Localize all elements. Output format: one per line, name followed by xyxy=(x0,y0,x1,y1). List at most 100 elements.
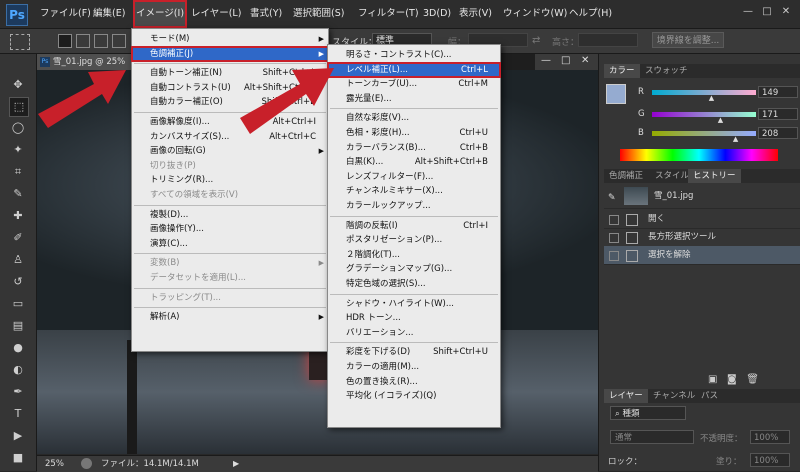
tab-adjustments[interactable]: 色調補正 xyxy=(604,169,648,183)
intersect-selection-icon[interactable] xyxy=(112,34,126,48)
menu-7[interactable]: 3D(D) xyxy=(420,0,454,28)
red-slider[interactable] xyxy=(652,90,756,95)
red-slider-thumb[interactable]: ▲ xyxy=(709,94,714,102)
healing-brush-tool-icon[interactable]: ✚ xyxy=(9,207,27,225)
adjust-menu-item-7[interactable]: カラーバランス(B)... Ctrl+B xyxy=(328,141,500,155)
history-state-1[interactable]: 長方形選択ツール xyxy=(604,228,800,247)
camera-icon[interactable]: ◙ xyxy=(727,374,737,385)
history-checkbox[interactable] xyxy=(609,251,619,261)
status-info-icon[interactable] xyxy=(81,458,92,469)
adjust-menu-item-23[interactable]: 彩度を下げる(D) Shift+Ctrl+U xyxy=(328,345,500,359)
trash-icon[interactable]: 🗑 xyxy=(746,374,759,385)
move-tool-icon[interactable]: ✥ xyxy=(9,76,27,94)
adjust-menu-item-0[interactable]: 明るさ・コントラスト(C)... xyxy=(328,48,500,62)
status-arrow-icon[interactable]: ▶ xyxy=(233,456,239,472)
history-checkbox[interactable] xyxy=(609,215,619,225)
history-state-2[interactable]: 選択を解除 xyxy=(604,246,800,265)
adjust-menu-item-14[interactable]: ポスタリゼーション(P)... xyxy=(328,233,500,247)
red-value-input[interactable]: 149 xyxy=(758,86,798,98)
adjust-menu-item-1[interactable]: レベル補正(L)... Ctrl+L xyxy=(327,61,501,78)
clone-stamp-tool-icon[interactable]: ♙ xyxy=(9,251,27,269)
adjust-menu-item-15[interactable]: ２階調化(T)... xyxy=(328,248,500,262)
image-menu-item-0[interactable]: モード(M) ▶ xyxy=(132,32,328,46)
image-menu-item-23[interactable]: 解析(A) ▶ xyxy=(132,310,328,324)
menu-1[interactable]: 編集(E) xyxy=(90,0,128,28)
image-menu-item-9[interactable]: 画像の回転(G) ▶ xyxy=(132,144,328,158)
blend-mode-select[interactable]: 通常 xyxy=(610,430,694,444)
new-document-icon[interactable]: ▣ xyxy=(708,374,717,385)
adjust-menu-item-11[interactable]: カラールックアップ... xyxy=(328,199,500,213)
window-minimize-button[interactable]: — xyxy=(741,5,755,19)
adjust-menu-item-16[interactable]: グラデーションマップ(G)... xyxy=(328,262,500,276)
adjust-menu-item-17[interactable]: 特定色域の選択(S)... xyxy=(328,277,500,291)
image-menu-item-15[interactable]: 画像操作(Y)... xyxy=(132,222,328,236)
tab-layers[interactable]: レイヤー xyxy=(604,389,648,403)
image-menu-item-16[interactable]: 演算(C)... xyxy=(132,237,328,251)
menu-2[interactable]: イメージ(I) xyxy=(133,0,188,28)
tab-swatches[interactable]: スウォッチ xyxy=(640,64,693,78)
tab-color[interactable]: カラー xyxy=(604,64,640,78)
lasso-tool-icon[interactable]: ◯ xyxy=(9,119,27,137)
adjust-menu-item-21[interactable]: バリエーション... xyxy=(328,326,500,340)
tab-channels[interactable]: チャンネル xyxy=(648,389,700,403)
tab-history[interactable]: ヒストリー xyxy=(688,169,741,183)
menu-6[interactable]: フィルター(T) xyxy=(355,0,422,28)
brush-tool-icon[interactable]: ✐ xyxy=(9,229,27,247)
window-close-button[interactable]: ✕ xyxy=(779,5,793,19)
opacity-input[interactable]: 100% xyxy=(750,430,790,444)
history-snapshot[interactable]: ✎ 雪_01.jpg xyxy=(604,184,800,209)
document-minimize-icon[interactable]: — xyxy=(541,55,551,66)
menu-8[interactable]: 表示(V) xyxy=(456,0,495,28)
foreground-color-swatch[interactable] xyxy=(606,84,626,104)
dodge-tool-icon[interactable]: ◐ xyxy=(9,361,27,379)
new-selection-icon[interactable] xyxy=(58,34,72,48)
type-tool-icon[interactable]: T xyxy=(9,405,27,423)
tab-paths[interactable]: パス xyxy=(696,389,723,403)
menu-10[interactable]: ヘルプ(H) xyxy=(566,0,615,28)
color-spectrum-bar[interactable] xyxy=(620,149,778,161)
path-selection-tool-icon[interactable]: ▶ xyxy=(9,427,27,445)
subtract-selection-icon[interactable] xyxy=(94,34,108,48)
document-close-icon[interactable]: ✕ xyxy=(581,55,589,66)
adjust-menu-item-24[interactable]: カラーの適用(M)... xyxy=(328,360,500,374)
green-slider[interactable] xyxy=(652,112,756,117)
menu-0[interactable]: ファイル(F) xyxy=(37,0,94,28)
blue-slider-thumb[interactable]: ▲ xyxy=(733,135,738,143)
zoom-level[interactable]: 25% xyxy=(45,456,64,472)
menu-3[interactable]: レイヤー(L) xyxy=(188,0,244,28)
adjust-menu-item-3[interactable]: 露光量(E)... xyxy=(328,92,500,106)
image-menu-item-14[interactable]: 複製(D)... xyxy=(132,208,328,222)
image-menu-item-11[interactable]: トリミング(R)... xyxy=(132,173,328,187)
eyedropper-tool-icon[interactable]: ✎ xyxy=(9,185,27,203)
history-state-0[interactable]: 開く xyxy=(604,210,800,229)
menu-9[interactable]: ウィンドウ(W) xyxy=(500,0,570,28)
marquee-tool-icon[interactable]: ⬚ xyxy=(9,97,29,117)
history-brush-tool-icon[interactable]: ↺ xyxy=(9,273,27,291)
adjust-menu-item-13[interactable]: 階調の反転(I) Ctrl+I xyxy=(328,219,500,233)
menu-4[interactable]: 書式(Y) xyxy=(247,0,285,28)
magic-wand-tool-icon[interactable]: ✦ xyxy=(9,141,27,159)
crop-tool-icon[interactable]: ⌗ xyxy=(9,163,27,181)
blue-value-input[interactable]: 208 xyxy=(758,127,798,139)
adjust-menu-item-5[interactable]: 自然な彩度(V)... xyxy=(328,111,500,125)
menu-5[interactable]: 選択範囲(S) xyxy=(290,0,347,28)
blur-tool-icon[interactable]: ● xyxy=(9,339,27,357)
adjust-menu-item-26[interactable]: 平均化 (イコライズ)(Q) xyxy=(328,389,500,403)
adjust-menu-item-9[interactable]: レンズフィルター(F)... xyxy=(328,170,500,184)
add-selection-icon[interactable] xyxy=(76,34,90,48)
adjust-menu-item-25[interactable]: 色の置き換え(R)... xyxy=(328,375,500,389)
document-maximize-icon[interactable]: □ xyxy=(561,55,570,66)
height-input[interactable] xyxy=(578,33,638,47)
window-maximize-button[interactable]: □ xyxy=(760,5,774,19)
gradient-tool-icon[interactable]: ▤ xyxy=(9,317,27,335)
rectangle-tool-icon[interactable]: ■ xyxy=(9,449,27,467)
green-value-input[interactable]: 171 xyxy=(758,108,798,120)
fill-input[interactable]: 100% xyxy=(750,453,790,467)
marquee-preset-icon[interactable] xyxy=(10,34,30,50)
swap-icon[interactable]: ⇄ xyxy=(532,35,540,46)
green-slider-thumb[interactable]: ▲ xyxy=(718,116,723,124)
pen-tool-icon[interactable]: ✒ xyxy=(9,383,27,401)
layer-kind-filter[interactable]: ⌕ 種類 xyxy=(610,406,686,420)
refine-edge-button[interactable]: 境界線を調整... xyxy=(652,32,724,48)
adjust-menu-item-6[interactable]: 色相・彩度(H)... Ctrl+U xyxy=(328,126,500,140)
